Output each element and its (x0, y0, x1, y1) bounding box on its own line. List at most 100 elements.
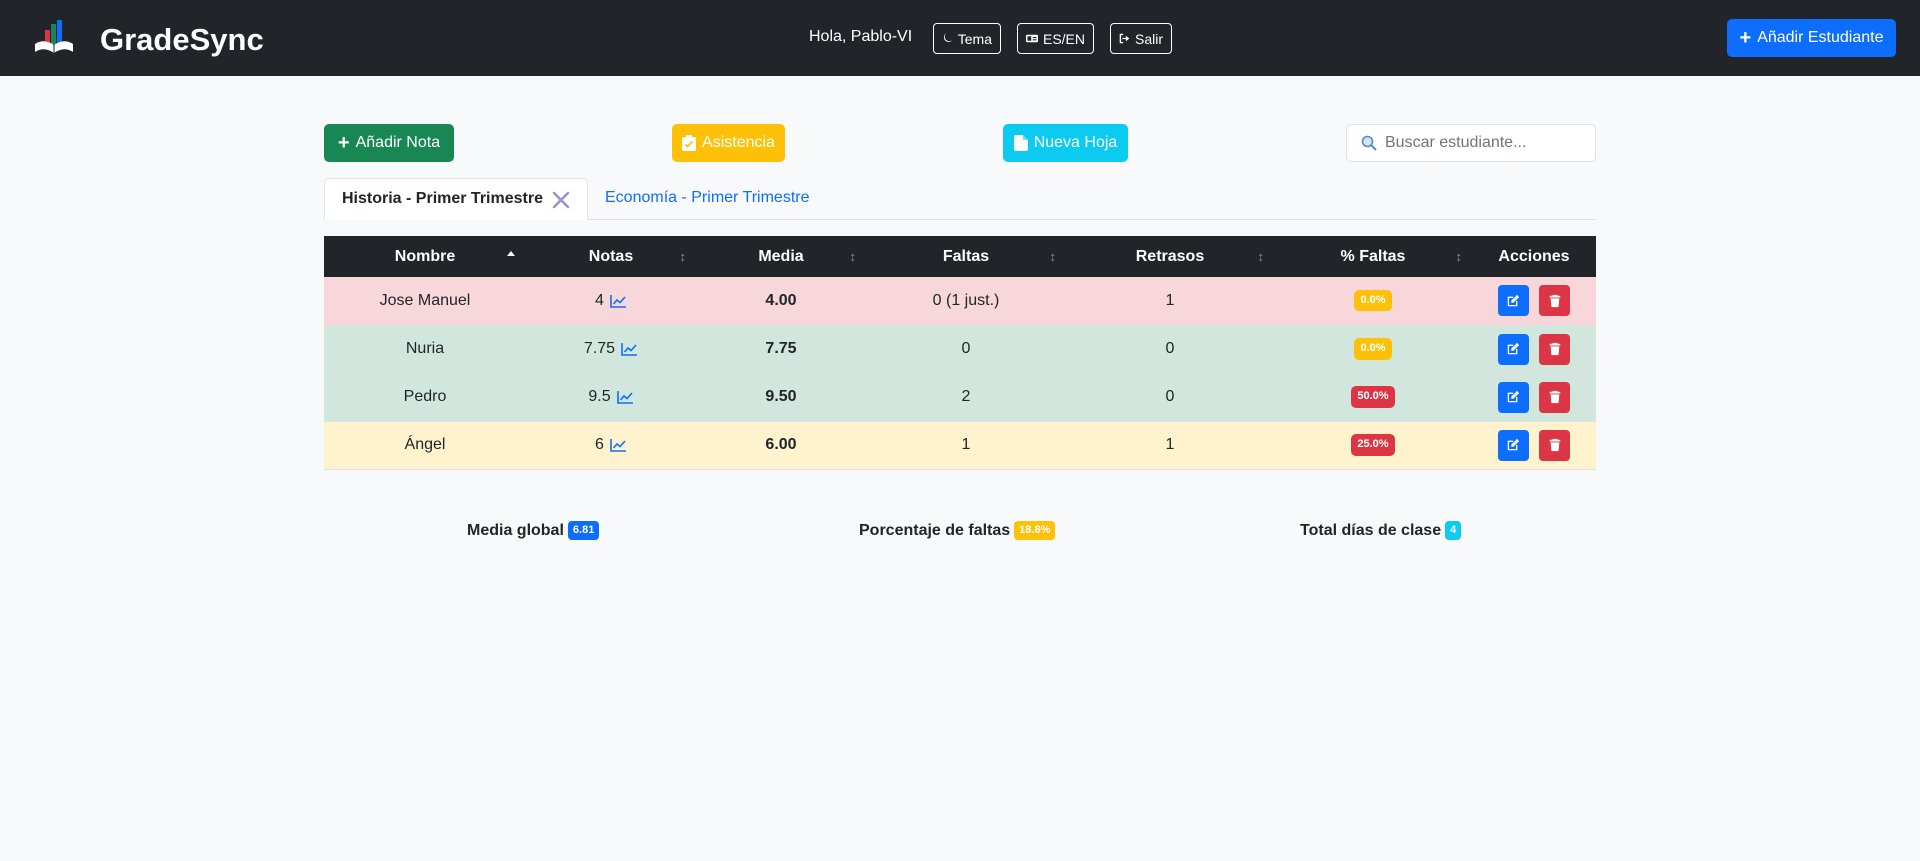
students-table: Nombre Notas ↕ Media ↕ Faltas ↕ Retrasos ↕ %… (324, 236, 1596, 470)
logout-icon (1119, 33, 1130, 44)
new-sheet-label: Nueva Hoja (1033, 134, 1118, 151)
user-greeting: Hola, Pablo-VI (809, 28, 913, 45)
header-notas[interactable]: Notas ↕ (526, 236, 696, 277)
header-label: Faltas (942, 247, 990, 265)
line-chart-icon[interactable] (610, 294, 627, 308)
attendance-button[interactable]: Asistencia (672, 124, 785, 162)
edit-button[interactable] (1497, 285, 1529, 317)
edit-icon (1508, 294, 1520, 306)
cell-pct-faltas: 0.0% (1274, 277, 1472, 326)
sort-icon: ↕ (1049, 249, 1057, 264)
cell-faltas: 0 (1 just.) (866, 277, 1066, 326)
cell-retrasos: 1 (1066, 277, 1274, 326)
cell-acciones (1472, 421, 1596, 470)
summary-total-dias: Total días de clase 4 (1300, 521, 1462, 541)
cell-pct-faltas: 25.0% (1274, 421, 1472, 470)
cell-faltas: 0 (866, 325, 1066, 374)
plus-icon: + (1739, 27, 1752, 49)
add-student-button[interactable]: + Añadir Estudiante (1727, 19, 1896, 57)
table-row: Jose Manuel 4 4.00 0 (1 just.) 1 0.0% (324, 277, 1596, 326)
edit-button[interactable] (1497, 429, 1529, 461)
porcentaje-faltas-badge: 18.8% (1014, 521, 1056, 541)
cell-nombre: Ángel (324, 421, 526, 470)
table-row: Ángel 6 6.00 1 1 25.0% (324, 421, 1596, 470)
attendance-label: Asistencia (702, 134, 775, 151)
header-label: % Faltas (1340, 247, 1406, 265)
trash-icon (1549, 294, 1560, 307)
cell-media: 6.00 (696, 421, 866, 470)
notas-value: 4 (595, 291, 604, 309)
sort-icon: ↕ (849, 249, 857, 264)
media-global-badge: 6.81 (567, 521, 600, 541)
edit-icon (1508, 438, 1520, 451)
cell-media: 9.50 (696, 373, 866, 422)
cell-faltas: 1 (866, 421, 1066, 470)
moon-icon (943, 33, 953, 42)
table-row: Nuria 7.75 7.75 0 0 0.0% (324, 325, 1596, 374)
search-input[interactable] (1385, 134, 1585, 152)
theme-button[interactable]: Tema (933, 23, 1001, 54)
header-faltas[interactable]: Faltas ↕ (866, 236, 1066, 277)
delete-button[interactable] (1539, 381, 1571, 413)
delete-button[interactable] (1539, 429, 1571, 461)
cell-retrasos: 0 (1066, 325, 1274, 374)
header-label: Notas (588, 247, 634, 265)
cell-notas: 9.5 (526, 373, 696, 422)
edit-icon (1508, 342, 1520, 355)
trash-icon (1549, 390, 1560, 404)
delete-button[interactable] (1539, 285, 1571, 317)
header-retrasos[interactable]: Retrasos ↕ (1066, 236, 1274, 277)
add-grade-label: Añadir Nota (355, 134, 441, 151)
total-dias-badge: 4 (1445, 521, 1462, 541)
cell-notas: 4 (526, 277, 696, 326)
table-header-row: Nombre Notas ↕ Media ↕ Faltas ↕ Retrasos ↕ %… (324, 236, 1596, 277)
brand[interactable]: GradeSync (33, 18, 264, 57)
new-sheet-button[interactable]: Nueva Hoja (1003, 124, 1128, 162)
porcentaje-faltas-label: Porcentaje de faltas (859, 521, 1011, 539)
logout-label: Salir (1134, 30, 1163, 47)
cell-media: 7.75 (696, 325, 866, 374)
cell-faltas: 2 (866, 373, 1066, 422)
cell-notas: 6 (526, 421, 696, 470)
cell-nombre: Pedro (324, 373, 526, 422)
media-global-label: Media global (467, 521, 564, 539)
header-nombre[interactable]: Nombre (324, 236, 526, 277)
tab-historia[interactable]: Historia - Primer Trimestre (324, 178, 588, 220)
app-name: GradeSync (100, 22, 264, 57)
cell-pct-faltas: 50.0% (1274, 373, 1472, 422)
header-label: Acciones (1498, 247, 1570, 265)
status-badge: 0.0% (1354, 338, 1392, 360)
trash-icon (1549, 438, 1560, 452)
language-icon (1026, 34, 1038, 43)
table-row: Pedro 9.5 9.50 2 0 50.0% (324, 373, 1596, 422)
edit-button[interactable] (1497, 381, 1529, 413)
search-icon (1361, 135, 1377, 151)
line-chart-icon[interactable] (616, 390, 634, 404)
status-badge: 0.0% (1354, 290, 1392, 312)
file-icon (1013, 135, 1028, 151)
sort-icon: ↕ (1455, 249, 1463, 264)
notas-value: 7.75 (583, 340, 616, 357)
search-box (1346, 124, 1596, 162)
cell-nombre: Jose Manuel (324, 277, 526, 326)
line-chart-icon[interactable] (610, 438, 627, 452)
edit-button[interactable] (1497, 333, 1529, 365)
edit-icon (1508, 390, 1520, 403)
add-grade-button[interactable]: + Añadir Nota (324, 124, 454, 162)
tab-economia[interactable]: Economía - Primer Trimestre (605, 189, 809, 207)
status-badge: 25.0% (1351, 434, 1395, 456)
add-student-label: Añadir Estudiante (1757, 29, 1884, 46)
total-dias-label: Total días de clase (1300, 521, 1442, 539)
language-button[interactable]: ES/EN (1017, 23, 1094, 54)
close-icon[interactable] (551, 190, 571, 210)
logout-button[interactable]: Salir (1110, 23, 1172, 54)
header-acciones: Acciones (1472, 236, 1596, 277)
line-chart-icon[interactable] (621, 342, 638, 356)
tab-label: Historia - Primer Trimestre (342, 190, 543, 207)
header-media[interactable]: Media ↕ (696, 236, 866, 277)
delete-button[interactable] (1539, 333, 1571, 365)
notas-value: 6 (595, 436, 604, 453)
summary-media-global: Media global 6.81 (467, 521, 600, 541)
header-pct-faltas[interactable]: % Faltas ↕ (1274, 236, 1472, 277)
book-chart-logo-icon (35, 20, 73, 53)
